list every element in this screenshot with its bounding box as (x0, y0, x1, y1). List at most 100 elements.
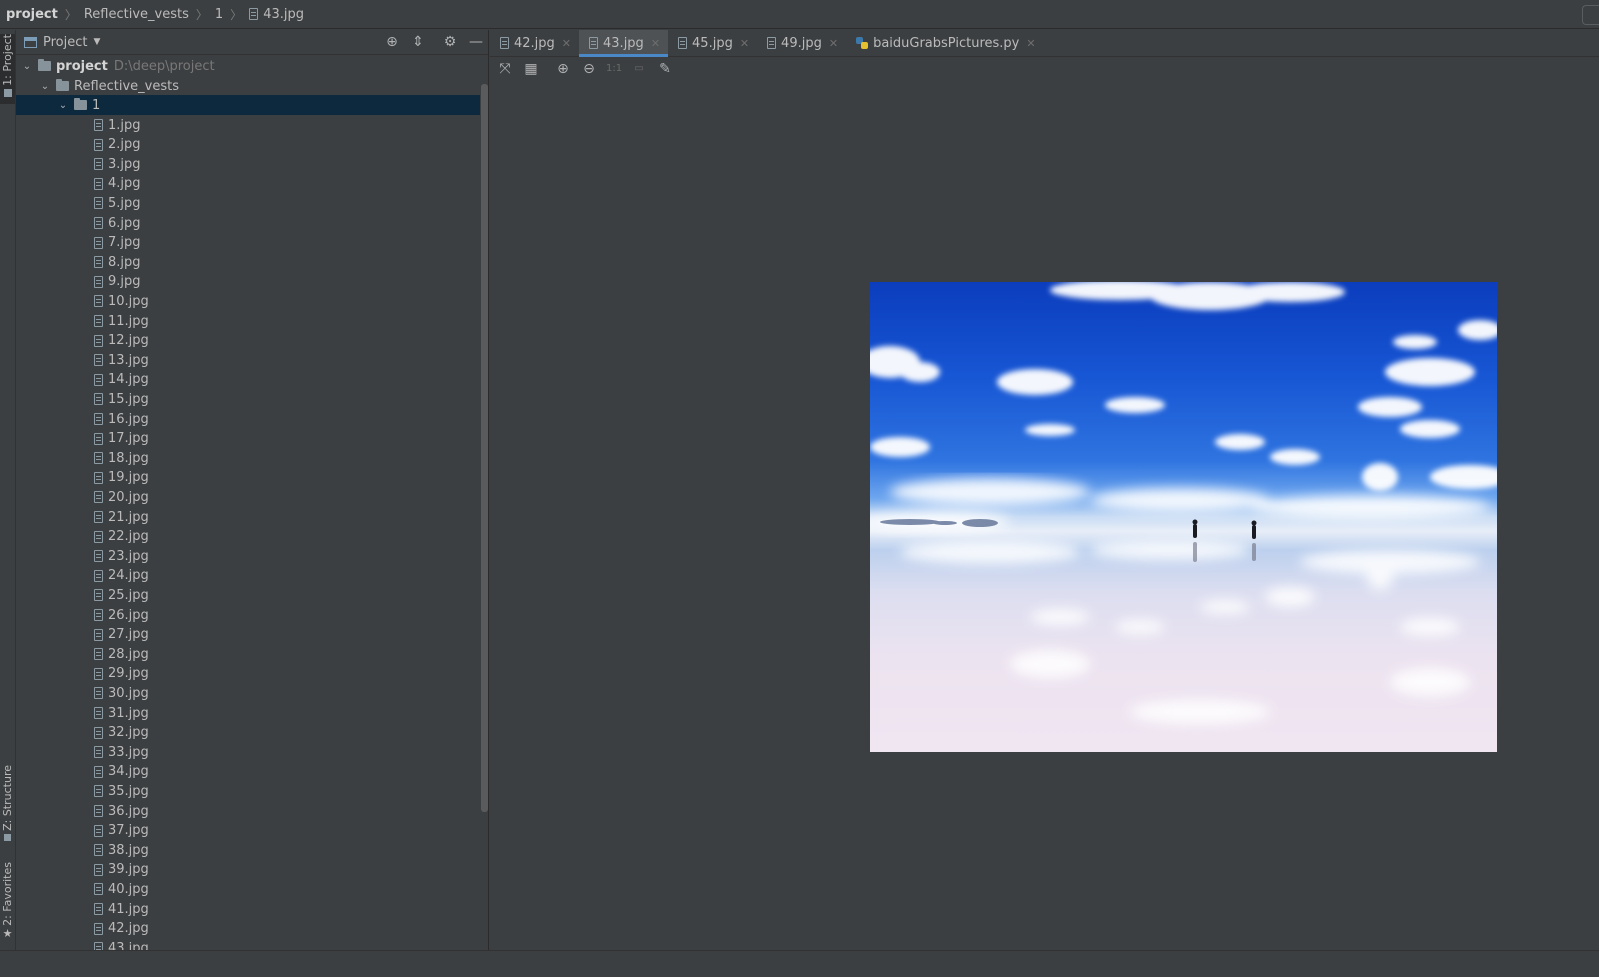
breadcrumb-project[interactable]: project (6, 7, 58, 22)
close-icon[interactable]: ✕ (740, 37, 749, 50)
tree-file-item[interactable]: 34.jpg (16, 762, 480, 782)
tree-scrollbar[interactable] (481, 84, 488, 812)
chevron-down-icon[interactable]: ⌄ (40, 81, 50, 92)
tree-file-item[interactable]: 40.jpg (16, 879, 480, 899)
tree-file-item[interactable]: 5.jpg (16, 193, 480, 213)
tree-file-item[interactable]: 23.jpg (16, 546, 480, 566)
tree-file-item[interactable]: 17.jpg (16, 429, 480, 449)
tree-file-item[interactable]: 31.jpg (16, 703, 480, 723)
tree-file-item[interactable]: 30.jpg (16, 683, 480, 703)
tree-file-item[interactable]: 13.jpg (16, 350, 480, 370)
tree-file-item[interactable]: 6.jpg (16, 213, 480, 233)
tree-file-item[interactable]: 39.jpg (16, 860, 480, 880)
favorites-tool-button[interactable]: 2: Favorites ★ (0, 862, 15, 942)
tree-file-item[interactable]: 1.jpg (16, 115, 480, 135)
structure-tool-button[interactable]: Z: Structure (0, 765, 15, 845)
breadcrumb-separator: 〉 (230, 7, 243, 22)
tree-file-item[interactable]: 42.jpg (16, 919, 480, 939)
tree-file-item[interactable]: 8.jpg (16, 252, 480, 272)
tree-file-item[interactable]: 28.jpg (16, 644, 480, 664)
tab-baidu-grabs-pictures-py[interactable]: baiduGrabsPictures.py ✕ (846, 30, 1044, 56)
tree-file-item[interactable]: 35.jpg (16, 781, 480, 801)
zoom-in-icon[interactable]: ⊕ (555, 61, 571, 77)
tree-file-item[interactable]: 7.jpg (16, 233, 480, 253)
tree-root-project[interactable]: ⌄ project D:\deep\project (16, 56, 480, 76)
tree-file-item[interactable]: 21.jpg (16, 507, 480, 527)
image-file-icon (94, 275, 103, 288)
tab-label: 45.jpg (692, 35, 733, 51)
project-view-selector[interactable]: Project ▼ (24, 35, 100, 50)
tree-file-item[interactable]: 29.jpg (16, 664, 480, 684)
breadcrumb-folder-1[interactable]: 1 (215, 7, 223, 22)
tree-file-item[interactable]: 14.jpg (16, 370, 480, 390)
tree-file-item[interactable]: 33.jpg (16, 742, 480, 762)
breadcrumb-file[interactable]: 43.jpg (249, 7, 304, 22)
collapse-all-icon[interactable]: ⇕ (410, 34, 426, 50)
tree-file-item[interactable]: 10.jpg (16, 291, 480, 311)
tree-file-item[interactable]: 12.jpg (16, 331, 480, 351)
tree-file-label: 28.jpg (108, 646, 149, 662)
tree-file-item[interactable]: 20.jpg (16, 487, 480, 507)
tree-file-item[interactable]: 24.jpg (16, 566, 480, 586)
tree-folder-reflective-vests[interactable]: ⌄ Reflective_vests (16, 76, 480, 96)
tree-file-item[interactable]: 38.jpg (16, 840, 480, 860)
tree-file-item[interactable]: 37.jpg (16, 821, 480, 841)
tree-file-label: 29.jpg (108, 666, 149, 682)
tab-42-jpg[interactable]: 42.jpg ✕ (490, 30, 579, 56)
actual-size-button[interactable]: 1:1 (606, 61, 622, 77)
image-file-icon (94, 922, 103, 935)
close-icon[interactable]: ✕ (651, 37, 660, 50)
tree-file-item[interactable]: 9.jpg (16, 272, 480, 292)
tree-file-item[interactable]: 36.jpg (16, 801, 480, 821)
tree-file-label: 35.jpg (108, 783, 149, 799)
tree-file-label: 41.jpg (108, 901, 149, 917)
breadcrumb-reflective-vests[interactable]: Reflective_vests (84, 7, 189, 22)
tree-file-label: 15.jpg (108, 391, 149, 407)
tree-file-label: 12.jpg (108, 333, 149, 349)
tree-file-item[interactable]: 26.jpg (16, 605, 480, 625)
status-bar (0, 950, 1599, 977)
project-tool-button[interactable]: 1: Project (0, 34, 15, 104)
tab-49-jpg[interactable]: 49.jpg ✕ (757, 30, 846, 56)
tree-file-item[interactable]: 22.jpg (16, 527, 480, 547)
toggle-background-icon[interactable]: ▭ (631, 61, 647, 77)
tree-file-item[interactable]: 43.jpg (16, 938, 480, 950)
tree-file-item[interactable]: 3.jpg (16, 154, 480, 174)
tab-45-jpg[interactable]: 45.jpg ✕ (668, 30, 757, 56)
fit-to-window-icon[interactable]: ⤧ (497, 61, 513, 77)
tree-file-item[interactable]: 2.jpg (16, 135, 480, 155)
tree-file-item[interactable]: 4.jpg (16, 174, 480, 194)
tree-file-item[interactable]: 25.jpg (16, 585, 480, 605)
tree-file-item[interactable]: 15.jpg (16, 389, 480, 409)
image-file-icon (94, 393, 103, 406)
tree-file-item[interactable]: 32.jpg (16, 723, 480, 743)
tree-file-item[interactable]: 41.jpg (16, 899, 480, 919)
close-icon[interactable]: ✕ (829, 37, 838, 50)
image-file-icon (94, 628, 103, 641)
color-picker-icon[interactable]: ✎ (657, 61, 673, 77)
navbar-widget[interactable] (1582, 5, 1599, 25)
tree-file-item[interactable]: 16.jpg (16, 409, 480, 429)
tree-folder-1[interactable]: ⌄ 1 (16, 95, 480, 115)
close-icon[interactable]: ✕ (562, 37, 571, 50)
tree-file-item[interactable]: 19.jpg (16, 468, 480, 488)
tree-file-item[interactable]: 11.jpg (16, 311, 480, 331)
tree-file-item[interactable]: 27.jpg (16, 625, 480, 645)
tree-file-item[interactable]: 18.jpg (16, 448, 480, 468)
image-file-icon (94, 432, 103, 445)
python-file-icon (856, 37, 869, 49)
panel-divider[interactable] (488, 30, 489, 950)
chevron-down-icon[interactable]: ⌄ (22, 61, 32, 72)
tree-file-label: 40.jpg (108, 881, 149, 897)
gear-icon[interactable]: ⚙ (442, 34, 458, 50)
close-icon[interactable]: ✕ (1026, 37, 1035, 50)
image-file-icon (94, 197, 103, 210)
zoom-out-icon[interactable]: ⊖ (581, 61, 597, 77)
image-file-icon (94, 491, 103, 504)
tree-file-label: 1.jpg (108, 117, 141, 133)
hide-icon[interactable]: — (468, 34, 484, 50)
tab-43-jpg[interactable]: 43.jpg ✕ (579, 30, 669, 57)
locate-icon[interactable]: ⊕ (384, 34, 400, 50)
toggle-grid-icon[interactable]: ▦ (523, 61, 539, 77)
chevron-down-icon[interactable]: ⌄ (58, 100, 68, 111)
